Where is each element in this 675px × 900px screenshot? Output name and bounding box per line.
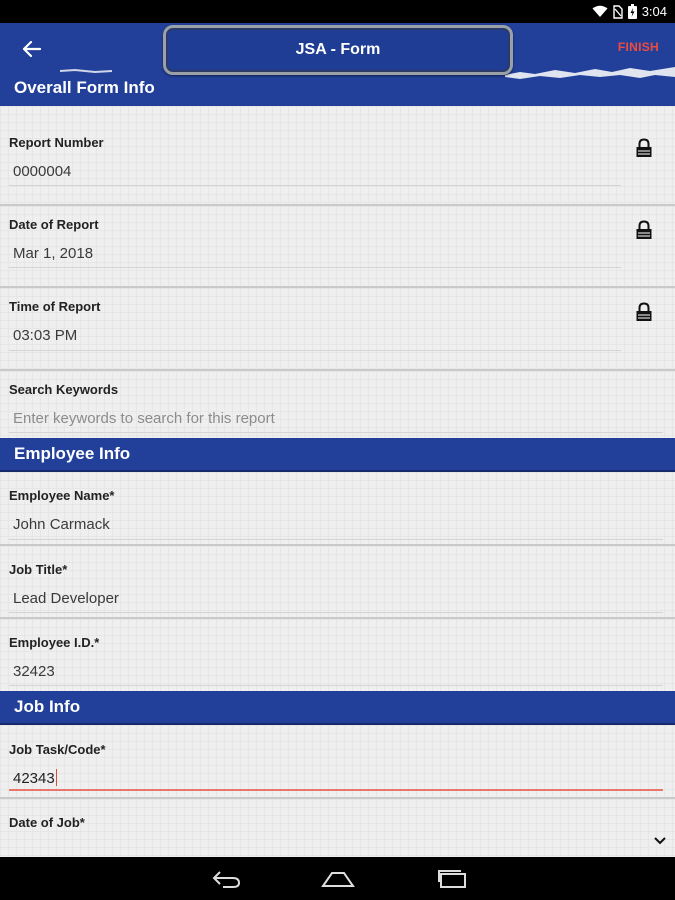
- field-label: Report Number: [9, 135, 104, 150]
- field-label: Job Title*: [9, 562, 68, 577]
- status-time: 3:04: [641, 4, 667, 19]
- field-underline: [9, 432, 663, 433]
- nav-back-button[interactable]: [208, 867, 244, 891]
- field-label: Time of Report: [9, 299, 101, 314]
- field-underline: [9, 267, 621, 268]
- text-caret: [55, 769, 57, 786]
- nav-recents-icon: [438, 870, 466, 888]
- section-title-overall: Overall Form Info: [14, 78, 155, 97]
- field-underline: [9, 685, 663, 686]
- search-keywords-input[interactable]: Enter keywords to search for this report: [13, 410, 275, 427]
- finish-button[interactable]: FINISH: [618, 40, 659, 54]
- lock-icon: [636, 220, 652, 239]
- field-label: Employee Name*: [9, 488, 115, 503]
- field-label: Date of Report: [9, 217, 99, 232]
- field-job-title: Job Title* Lead Developer: [0, 546, 675, 619]
- field-underline: [9, 612, 663, 613]
- status-icons: 3:04: [592, 2, 667, 21]
- lock-icon: [636, 138, 652, 157]
- nav-home-button[interactable]: [320, 867, 356, 891]
- section-header-employee: Employee Info: [0, 438, 675, 472]
- section-title-employee: Employee Info: [14, 444, 131, 463]
- field-underline: [9, 539, 663, 540]
- field-report-number: Report Number 0000004: [0, 106, 675, 206]
- field-label: Search Keywords: [9, 382, 119, 397]
- no-sim-icon: [612, 4, 623, 19]
- job-task-code-input[interactable]: 42343: [13, 769, 57, 787]
- job-title-input[interactable]: Lead Developer: [13, 590, 119, 607]
- nav-recents-button[interactable]: [434, 867, 470, 891]
- field-label: Date of Job*: [9, 815, 85, 830]
- employee-id-input[interactable]: 32423: [13, 663, 55, 680]
- time-of-report-value: 03:03 PM: [13, 327, 78, 344]
- field-job-task-code: Job Task/Code* 42343: [0, 725, 675, 799]
- field-time-of-report: Time of Report 03:03 PM: [0, 288, 675, 371]
- field-underline-active: [9, 789, 663, 791]
- nav-home-icon: [321, 872, 355, 887]
- nav-back-icon: [212, 871, 241, 888]
- wifi-icon: [592, 5, 608, 17]
- field-search-keywords: Search Keywords Enter keywords to search…: [0, 371, 675, 438]
- field-employee-id: Employee I.D.* 32423: [0, 619, 675, 691]
- date-of-report-value: Mar 1, 2018: [13, 245, 94, 262]
- back-button[interactable]: [18, 35, 46, 63]
- field-date-of-report: Date of Report Mar 1, 2018: [0, 206, 675, 288]
- section-header-overall: Overall Form Info: [0, 72, 675, 106]
- section-header-job: Job Info: [0, 691, 675, 725]
- field-employee-name: Employee Name* John Carmack: [0, 472, 675, 546]
- status-bar: 3:04: [0, 0, 675, 23]
- battery-icon: [627, 4, 637, 19]
- navigation-bar: [0, 857, 675, 900]
- job-task-code-text: 42343: [13, 770, 55, 787]
- field-underline: [9, 185, 621, 186]
- field-date-of-job[interactable]: Date of Job*: [0, 799, 675, 857]
- field-label: Job Task/Code*: [9, 742, 106, 757]
- field-underline: [9, 350, 621, 351]
- page-title: JSA - Form: [295, 41, 381, 58]
- report-number-value: 0000004: [13, 163, 72, 180]
- title-plate: JSA - Form: [163, 25, 513, 75]
- lock-icon: [636, 302, 652, 321]
- section-title-job: Job Info: [14, 697, 81, 716]
- chevron-down-icon[interactable]: [654, 837, 666, 845]
- back-arrow-icon: [23, 41, 41, 57]
- field-label: Employee I.D.*: [9, 635, 100, 650]
- employee-name-input[interactable]: John Carmack: [13, 516, 110, 533]
